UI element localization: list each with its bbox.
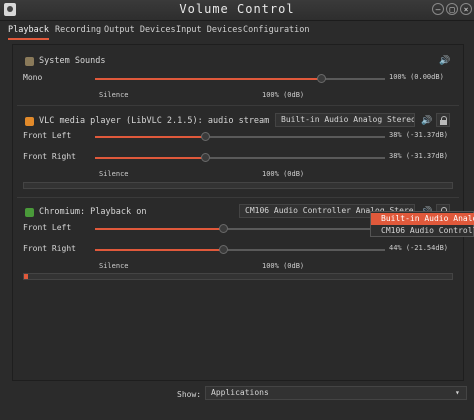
device-option[interactable]: Built-in Audio Analog Stereo (371, 213, 474, 225)
speaker-icon[interactable]: 🔊 (439, 56, 450, 66)
scale-unity: 100% (0dB) (262, 170, 305, 178)
peak-meter-vlc (23, 182, 453, 189)
scale-unity: 100% (0dB) (262, 262, 305, 270)
tab-input-devices[interactable]: Input Devices (176, 24, 243, 38)
minimize-icon[interactable]: – (432, 3, 444, 15)
tab-recording[interactable]: Recording (55, 24, 101, 38)
channel-label: Front Right (23, 244, 76, 253)
lock-icon[interactable] (436, 113, 450, 127)
volume-slider-vlc-front-right[interactable] (95, 153, 385, 162)
divider (17, 105, 459, 106)
close-icon[interactable]: × (460, 3, 472, 15)
speaker-icon[interactable]: 🔊 (421, 116, 432, 126)
volume-slider-system-mono[interactable] (95, 74, 385, 83)
output-device-select-vlc[interactable]: Built-in Audio Analog Stereo (275, 113, 415, 127)
maximize-icon[interactable]: □ (446, 3, 458, 15)
show-filter-select[interactable]: Applications (205, 386, 467, 400)
peak-meter-chromium (23, 273, 453, 280)
channel-value: 44% (-21.54dB) (389, 244, 449, 252)
channel-label: Mono (23, 73, 43, 82)
device-option[interactable]: CM106 Audio Controller Analog Stereo (371, 225, 474, 237)
show-label: Show: (177, 390, 202, 399)
scale-unity: 100% (0dB) (262, 91, 305, 99)
system-sounds-icon (25, 57, 34, 66)
device-dropdown-popup: Built-in Audio Analog Stereo CM106 Audio… (370, 211, 474, 237)
scale-silence: Silence (99, 262, 129, 270)
chromium-icon (25, 208, 34, 217)
volume-slider-chromium-front-right[interactable] (95, 245, 385, 254)
tab-output-devices[interactable]: Output Devices (104, 24, 176, 38)
window-title: Volume Control (179, 2, 295, 16)
title-bar: Volume Control – □ × (0, 0, 474, 21)
channel-label: Front Left (23, 131, 72, 140)
slider-handle[interactable] (218, 245, 228, 254)
scale-silence: Silence (99, 170, 129, 178)
channel-value: 38% (-31.37dB) (389, 131, 449, 139)
slider-handle[interactable] (201, 132, 211, 141)
vlc-icon (25, 117, 34, 126)
slider-handle[interactable] (201, 153, 211, 162)
volume-slider-vlc-front-left[interactable] (95, 132, 385, 141)
stream-name-system: System Sounds (39, 56, 106, 66)
scale-silence: Silence (99, 91, 129, 99)
stream-name-vlc: VLC media player (LibVLC 2.1.5): audio s… (39, 116, 285, 126)
slider-handle[interactable] (317, 74, 327, 83)
channel-value: 38% (-31.37dB) (389, 152, 449, 160)
channel-label: Front Right (23, 152, 76, 161)
channel-value: 100% (0.00dB) (389, 73, 444, 81)
channel-label: Front Left (23, 223, 72, 232)
tab-configuration[interactable]: Configuration (243, 24, 310, 38)
stream-name-chromium: Chromium: Playback on (39, 207, 147, 217)
divider (17, 197, 459, 198)
chevron-down-icon: ▾ (455, 388, 460, 397)
slider-handle[interactable] (218, 224, 228, 233)
volume-slider-chromium-front-left[interactable] (95, 224, 385, 233)
tab-playback[interactable]: Playback (8, 24, 49, 40)
